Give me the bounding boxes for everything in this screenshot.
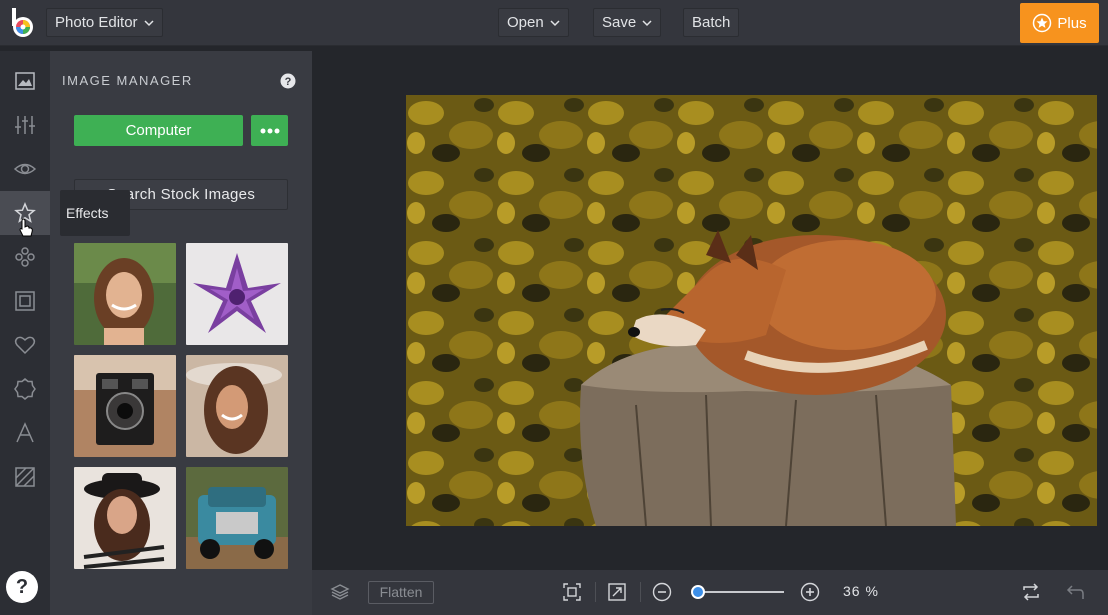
- swap-compare-icon[interactable]: [1021, 582, 1041, 602]
- flatten-button[interactable]: Flatten: [368, 581, 434, 604]
- zoom-out-icon[interactable]: [652, 582, 672, 602]
- rail-overlays[interactable]: [0, 367, 50, 411]
- effects-tooltip: Effects: [60, 190, 130, 236]
- hand-cursor-icon: [19, 218, 33, 237]
- help-button[interactable]: ?: [6, 571, 38, 603]
- thumbnail-woman-in-hat-laughing[interactable]: [186, 355, 288, 457]
- help-icon[interactable]: ?: [280, 73, 296, 89]
- batch-button[interactable]: Batch: [683, 8, 740, 37]
- open-label: Open: [507, 14, 544, 31]
- open-menu-button[interactable]: Open: [498, 8, 569, 37]
- sliders-icon: [15, 116, 35, 134]
- save-label: Save: [602, 14, 637, 31]
- thumbnail-woman-portrait[interactable]: [74, 243, 176, 345]
- thumbnail-vintage-blue-truck[interactable]: [186, 467, 288, 569]
- undo-icon[interactable]: [1065, 582, 1085, 602]
- rail-text[interactable]: [0, 411, 50, 455]
- zoom-slider-track[interactable]: [692, 591, 784, 593]
- texture-icon: [15, 467, 35, 487]
- more-dots-icon: [260, 128, 279, 133]
- rail-frames[interactable]: [0, 279, 50, 323]
- thumbnail-vintage-camera[interactable]: [74, 355, 176, 457]
- thumbnail-woman-black-hat[interactable]: [74, 467, 176, 569]
- zoom-percentage: 36 %: [843, 583, 879, 599]
- top-bar: Photo Editor Open Save Batch Plus: [0, 0, 1108, 46]
- canvas-photo-fox[interactable]: [406, 95, 1097, 526]
- divider: [595, 582, 596, 602]
- app-mode-dropdown[interactable]: Photo Editor: [46, 8, 163, 37]
- layers-icon[interactable]: [330, 582, 350, 602]
- rail-touch-up[interactable]: [0, 147, 50, 191]
- save-menu-button[interactable]: Save: [593, 8, 662, 37]
- bottom-toolbar: Flatten 36 %: [312, 570, 1108, 615]
- image-manager-panel: IMAGE MANAGER ? Computer Search Stock Im…: [50, 51, 312, 615]
- actual-size-icon[interactable]: [607, 582, 627, 602]
- eye-icon: [13, 163, 37, 175]
- befunky-logo-icon[interactable]: [9, 8, 37, 38]
- rail-edit[interactable]: [0, 103, 50, 147]
- app-mode-label: Photo Editor: [55, 14, 138, 31]
- zoom-in-icon[interactable]: [800, 582, 820, 602]
- rail-textures[interactable]: [0, 455, 50, 499]
- plus-upgrade-button[interactable]: Plus: [1020, 3, 1099, 43]
- tool-rail: ?: [0, 51, 50, 615]
- rail-artsy[interactable]: [0, 235, 50, 279]
- star-badge-icon: [1033, 13, 1052, 33]
- chevron-down-icon: [550, 19, 560, 26]
- image-icon: [15, 72, 35, 90]
- zoom-slider-handle[interactable]: [691, 585, 705, 599]
- chevron-down-icon: [642, 19, 652, 26]
- rail-graphics[interactable]: [0, 323, 50, 367]
- computer-upload-button[interactable]: Computer: [74, 115, 243, 146]
- thumbnail-purple-succulent[interactable]: [186, 243, 288, 345]
- divider: [640, 582, 641, 602]
- panel-title: IMAGE MANAGER: [62, 73, 193, 88]
- rail-image-manager[interactable]: [0, 59, 50, 103]
- chevron-down-icon: [144, 19, 154, 26]
- svg-text:?: ?: [285, 76, 292, 88]
- artsy-icon: [15, 247, 35, 267]
- plus-label: Plus: [1057, 14, 1087, 32]
- badge-icon: [14, 378, 36, 400]
- frame-icon: [15, 291, 35, 311]
- heart-icon: [14, 336, 36, 355]
- fit-to-screen-icon[interactable]: [562, 582, 582, 602]
- more-sources-button[interactable]: [251, 115, 288, 146]
- batch-label: Batch: [692, 14, 731, 31]
- text-icon: [16, 422, 34, 443]
